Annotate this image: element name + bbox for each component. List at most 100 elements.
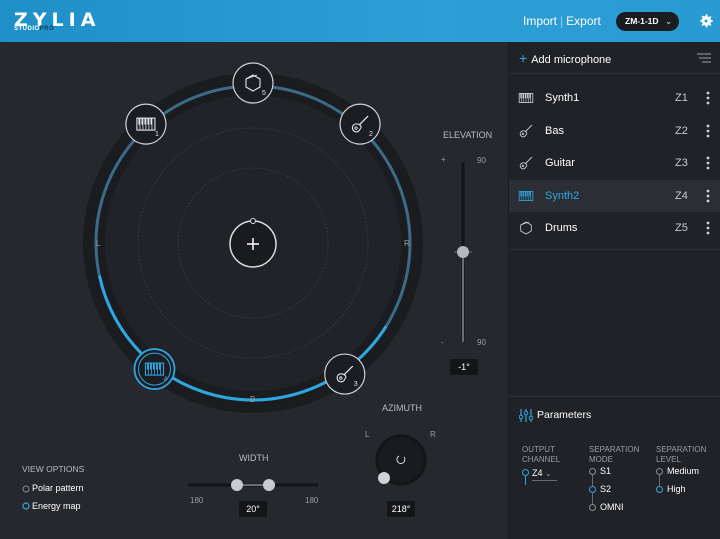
add-microphone-label: Add microphone: [531, 54, 612, 66]
stage-label-back: B: [250, 395, 255, 404]
azimuth-value[interactable]: 218°: [387, 501, 415, 517]
import-export: Import | Export: [523, 14, 601, 28]
source-number: 1: [155, 131, 159, 138]
separation-mode-s1[interactable]: S1: [600, 466, 611, 476]
chevron-down-icon: ⌄: [665, 17, 672, 26]
separation-mode-radio-s2[interactable]: [589, 486, 596, 493]
sidebar: + Add microphone Synth1 Z1 Bas Z2 Guitar Z3 S…: [508, 42, 720, 539]
polar-pattern-radio[interactable]: [22, 485, 30, 493]
track-channel: Z1: [675, 92, 688, 104]
view-option-energy-map[interactable]: Energy map: [32, 501, 81, 511]
import-button[interactable]: Import: [523, 14, 557, 28]
more-vertical-icon[interactable]: [706, 189, 710, 203]
azimuth-handle[interactable]: [378, 472, 390, 484]
elevation-plus: +: [441, 155, 446, 164]
track-row-drums[interactable]: Drums Z5: [509, 212, 720, 244]
source-2[interactable]: 2: [339, 103, 381, 145]
separation-level-medium[interactable]: Medium: [667, 466, 699, 476]
separation-mode-radio-omni[interactable]: [589, 504, 596, 511]
source-number: 2: [369, 131, 373, 138]
separation-level-radio-medium[interactable]: [656, 468, 663, 475]
separation-level-high[interactable]: High: [667, 484, 686, 494]
source-5[interactable]: 5: [232, 62, 274, 104]
separation-mode-label: SEPARATION MODE: [589, 445, 640, 464]
separation-mode-omni[interactable]: OMNI: [600, 502, 624, 512]
output-channel-underline: [532, 480, 557, 481]
keyboard-icon: [518, 190, 534, 201]
separation-level-label: SEPARATION LEVEL: [656, 445, 707, 464]
width-max: 180: [305, 496, 319, 505]
energy-map-radio[interactable]: [22, 502, 30, 510]
more-vertical-icon[interactable]: [706, 124, 710, 138]
separation-mode-radio-s1[interactable]: [589, 468, 596, 475]
more-vertical-icon[interactable]: [706, 156, 710, 170]
chevron-down-icon: ⌄: [545, 469, 552, 478]
drum-icon: [520, 221, 532, 235]
source-number: 5: [262, 90, 266, 97]
track-name: Synth2: [545, 189, 580, 202]
elevation-minus: -: [441, 338, 444, 347]
more-vertical-icon[interactable]: [706, 91, 710, 105]
elevation-value[interactable]: -1°: [450, 359, 478, 375]
sliders-icon: [519, 409, 533, 422]
azimuth-left: L: [365, 430, 370, 439]
azimuth-right: R: [430, 430, 436, 439]
view-option-polar-pattern[interactable]: Polar pattern: [32, 483, 84, 493]
add-microphone-button[interactable]: + Add microphone: [519, 50, 611, 66]
app-header: ZYLIA STUDIOPRO Import | Export ZM-1-1D ⌄: [0, 0, 720, 42]
sidebar-divider: [509, 73, 720, 74]
stage-label-left: L: [96, 239, 101, 248]
track-row-bas[interactable]: Bas Z2: [509, 115, 720, 147]
output-channel-label: OUTPUT CHANNEL: [522, 445, 561, 464]
more-vertical-icon[interactable]: [706, 221, 710, 235]
azimuth-label: AZIMUTH: [382, 403, 422, 413]
elevation-min: 90: [477, 338, 486, 347]
track-icon: [518, 190, 534, 201]
device-select-label: ZM-1-1D: [625, 16, 659, 26]
device-select[interactable]: ZM-1-1D ⌄: [616, 12, 679, 31]
parameters-title: Parameters: [537, 409, 592, 421]
guitar-icon: [519, 156, 533, 170]
track-icon: [519, 156, 533, 170]
track-row-synth1[interactable]: Synth1 Z1: [509, 82, 720, 114]
source-number: 3: [354, 381, 358, 388]
width-handle-left[interactable]: [231, 479, 243, 491]
source-3[interactable]: 3: [324, 353, 366, 395]
track-list-end: [509, 249, 720, 250]
track-row-synth2[interactable]: Synth2 Z4: [509, 179, 720, 212]
track-icon: [520, 221, 532, 235]
separation-mode-s2[interactable]: S2: [600, 484, 611, 494]
track-name: Guitar: [545, 157, 575, 169]
stage-panel: L R B 5 1 2 4 3 ELEVATION + 90 - 90 -1° AZ…: [0, 42, 508, 539]
track-row-guitar[interactable]: Guitar Z3: [509, 147, 720, 179]
width-label: WIDTH: [239, 453, 269, 463]
track-channel: Z5: [675, 222, 688, 234]
width-min: 180: [190, 496, 204, 505]
width-handle-right[interactable]: [263, 479, 275, 491]
elevation-max: 90: [477, 156, 486, 165]
width-value[interactable]: 20°: [239, 501, 267, 517]
track-name: Drums: [545, 222, 578, 234]
output-channel-select[interactable]: Z4 ⌄: [532, 468, 552, 478]
keyboard-icon: [144, 362, 165, 376]
source-1[interactable]: 1: [125, 103, 167, 145]
source-number: 4: [163, 376, 167, 383]
parameters-divider: [509, 396, 720, 397]
separation-level-radio-high[interactable]: [656, 486, 663, 493]
plus-icon: +: [519, 50, 528, 66]
view-options-title: VIEW OPTIONS: [22, 464, 85, 474]
track-icon: [518, 93, 534, 103]
app-logo-subtitle: STUDIOPRO: [14, 26, 55, 32]
track-channel: Z2: [675, 124, 688, 137]
track-name: Bas: [545, 124, 564, 137]
track-name: Synth1: [545, 92, 580, 104]
elevation-label: ELEVATION: [443, 130, 493, 140]
keyboard-icon: [518, 93, 534, 103]
export-button[interactable]: Export: [566, 14, 601, 28]
sort-icon[interactable]: [697, 53, 711, 63]
elevation-handle[interactable]: [457, 246, 469, 258]
source-4[interactable]: 4: [133, 348, 176, 390]
output-channel-connector: [525, 476, 526, 485]
gear-icon[interactable]: [697, 12, 715, 30]
output-channel-radio: [522, 469, 529, 476]
